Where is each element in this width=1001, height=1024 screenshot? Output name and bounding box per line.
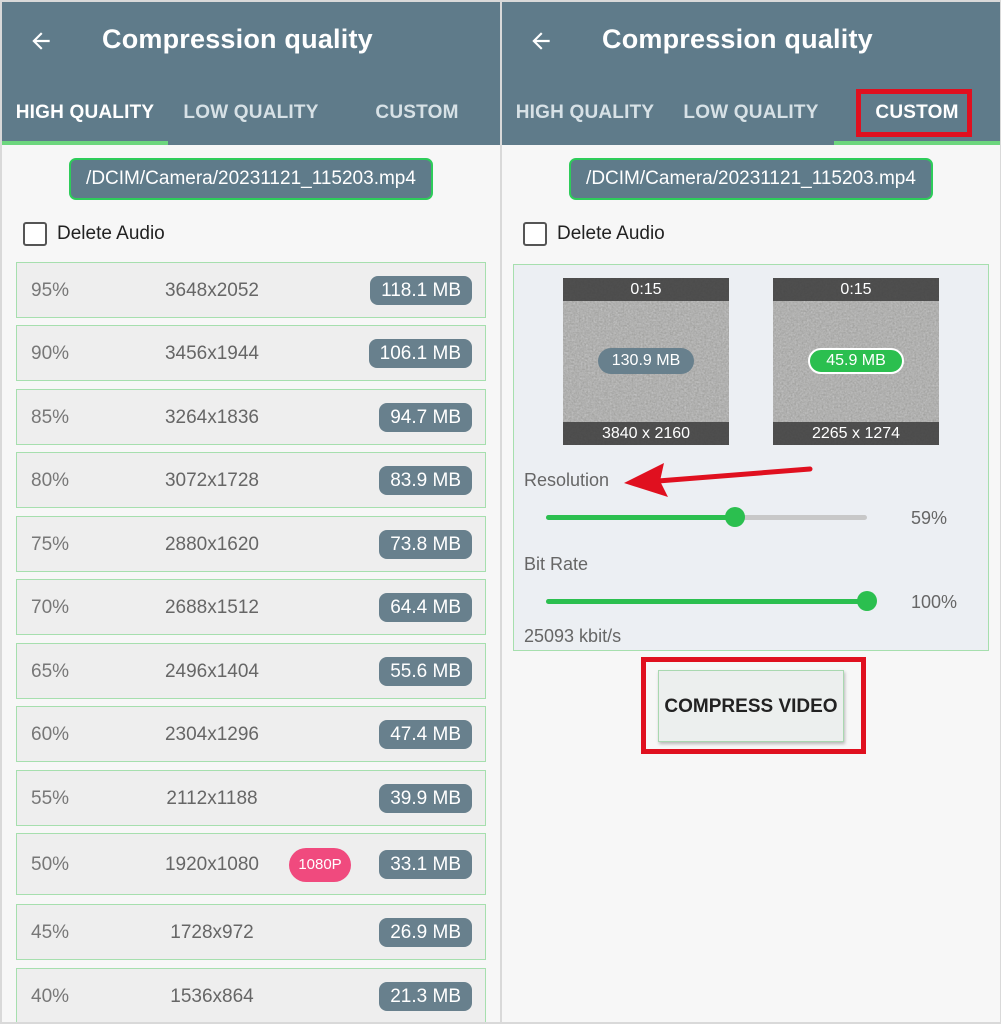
file-path: /DCIM/Camera/20231121_115203.mp4	[69, 158, 433, 200]
resolution-value: 59%	[911, 508, 948, 528]
compressed-size-badge: 45.9 MB	[808, 348, 904, 374]
quality-resolution: 3648x2052	[164, 280, 260, 301]
custom-quality-screen: Compression quality HIGH QUALITY LOW QUA…	[502, 2, 1000, 1022]
quality-option-row[interactable]: 65% 2496x1404 55.6 MB	[16, 643, 486, 699]
original-size-badge: 130.9 MB	[598, 348, 694, 374]
quality-file-size: 106.1 MB	[368, 339, 472, 368]
delete-audio-checkbox[interactable]	[523, 222, 547, 246]
tab-custom[interactable]: CUSTOM	[334, 88, 500, 145]
back-arrow-icon[interactable]	[528, 28, 554, 54]
quality-file-size: 55.6 MB	[379, 657, 472, 686]
quality-file-size: 21.3 MB	[379, 982, 472, 1011]
high-quality-screen: Compression quality HIGH QUALITY LOW QUA…	[2, 2, 500, 1022]
quality-percent: 80%	[31, 470, 70, 491]
page-title: Compression quality	[602, 24, 873, 54]
quality-file-size: 39.9 MB	[379, 784, 472, 813]
resolution-slider-handle[interactable]	[725, 507, 746, 527]
resolution-slider[interactable]	[546, 507, 867, 527]
quality-resolution: 2304x1296	[164, 724, 260, 745]
quality-option-row[interactable]: 50% 1920x1080 1080P 33.1 MB	[16, 833, 486, 895]
quality-file-size: 47.4 MB	[379, 720, 472, 749]
quality-file-size: 73.8 MB	[379, 530, 472, 559]
original-duration: 0:15	[563, 278, 729, 301]
quality-file-size: 33.1 MB	[379, 850, 472, 879]
bitrate-label: Bit Rate	[524, 554, 589, 574]
tab-high-quality[interactable]: HIGH QUALITY	[502, 88, 668, 145]
app-bar: Compression quality HIGH QUALITY LOW QUA…	[2, 2, 500, 145]
quality-file-size: 83.9 MB	[379, 466, 472, 495]
quality-tabs: HIGH QUALITY LOW QUALITY CUSTOM	[2, 88, 500, 145]
quality-percent: 85%	[31, 407, 70, 428]
compressed-video-thumbnail: 0:15 45.9 MB 2265 x 1274	[773, 278, 939, 445]
tab-high-quality[interactable]: HIGH QUALITY	[2, 88, 168, 145]
quality-file-size: 26.9 MB	[379, 918, 472, 947]
resolution-slider-fill	[546, 515, 736, 520]
bitrate-value: 100%	[911, 592, 958, 612]
quality-resolution: 3072x1728	[164, 470, 260, 491]
quality-option-row[interactable]: 40% 1536x864 21.3 MB	[16, 968, 486, 1022]
tab-low-quality[interactable]: LOW QUALITY	[168, 88, 334, 145]
quality-resolution: 2496x1404	[164, 661, 260, 682]
file-path: /DCIM/Camera/20231121_115203.mp4	[569, 158, 933, 200]
quality-percent: 55%	[31, 788, 70, 809]
quality-percent: 50%	[31, 854, 70, 875]
quality-option-row[interactable]: 75% 2880x1620 73.8 MB	[16, 516, 486, 572]
quality-option-row[interactable]: 60% 2304x1296 47.4 MB	[16, 706, 486, 762]
quality-option-row[interactable]: 70% 2688x1512 64.4 MB	[16, 579, 486, 635]
quality-option-row[interactable]: 85% 3264x1836 94.7 MB	[16, 389, 486, 445]
original-video-thumbnail: 0:15 130.9 MB 3840 x 2160	[563, 278, 729, 445]
quality-option-row[interactable]: 45% 1728x972 26.9 MB	[16, 904, 486, 960]
quality-file-size: 118.1 MB	[370, 276, 472, 305]
original-resolution: 3840 x 2160	[563, 422, 729, 445]
quality-percent: 90%	[31, 343, 70, 364]
back-arrow-icon[interactable]	[28, 28, 54, 54]
tab-indicator	[2, 141, 168, 145]
quality-file-size: 94.7 MB	[379, 403, 472, 432]
quality-option-row[interactable]: 55% 2112x1188 39.9 MB	[16, 770, 486, 826]
delete-audio-checkbox[interactable]	[23, 222, 47, 246]
delete-audio-label: Delete Audio	[557, 223, 665, 244]
page-title: Compression quality	[102, 24, 373, 54]
bitrate-slider[interactable]	[546, 591, 877, 611]
delete-audio-label: Delete Audio	[57, 223, 165, 244]
bitrate-slider-handle[interactable]	[857, 591, 877, 611]
quality-resolution: 1728x972	[170, 922, 254, 943]
quality-percent: 40%	[31, 986, 70, 1007]
compressed-resolution: 2265 x 1274	[773, 422, 939, 445]
quality-resolution: 2112x1188	[166, 788, 258, 809]
compress-video-button[interactable]: COMPRESS VIDEO	[658, 670, 844, 742]
quality-resolution: 3456x1944	[164, 343, 260, 364]
annotation-arrow-icon	[624, 463, 813, 497]
bitrate-slider-fill	[546, 599, 867, 604]
resolution-label: Resolution	[524, 470, 610, 490]
quality-percent: 95%	[31, 280, 70, 301]
quality-resolution: 3264x1836	[164, 407, 260, 428]
bitrate-kbps: 25093 kbit/s	[524, 626, 622, 646]
resolution-badge: 1080P	[289, 848, 351, 882]
quality-percent: 45%	[31, 922, 70, 943]
quality-percent: 70%	[31, 597, 70, 618]
custom-tab-highlight	[856, 89, 972, 137]
quality-resolution: 2688x1512	[164, 597, 260, 618]
quality-option-row[interactable]: 80% 3072x1728 83.9 MB	[16, 452, 486, 508]
quality-file-size: 64.4 MB	[379, 593, 472, 622]
tab-indicator	[834, 141, 1000, 145]
quality-percent: 65%	[31, 661, 70, 682]
tab-low-quality[interactable]: LOW QUALITY	[668, 88, 834, 145]
quality-percent: 60%	[31, 724, 70, 745]
quality-resolution: 2880x1620	[164, 534, 260, 555]
quality-percent: 75%	[31, 534, 70, 555]
quality-resolution: 1536x864	[170, 986, 254, 1007]
quality-option-row[interactable]: 90% 3456x1944 106.1 MB	[16, 325, 486, 381]
quality-resolution: 1920x1080	[164, 854, 260, 875]
compressed-duration: 0:15	[773, 278, 939, 301]
quality-option-row[interactable]: 95% 3648x2052 118.1 MB	[16, 262, 486, 318]
